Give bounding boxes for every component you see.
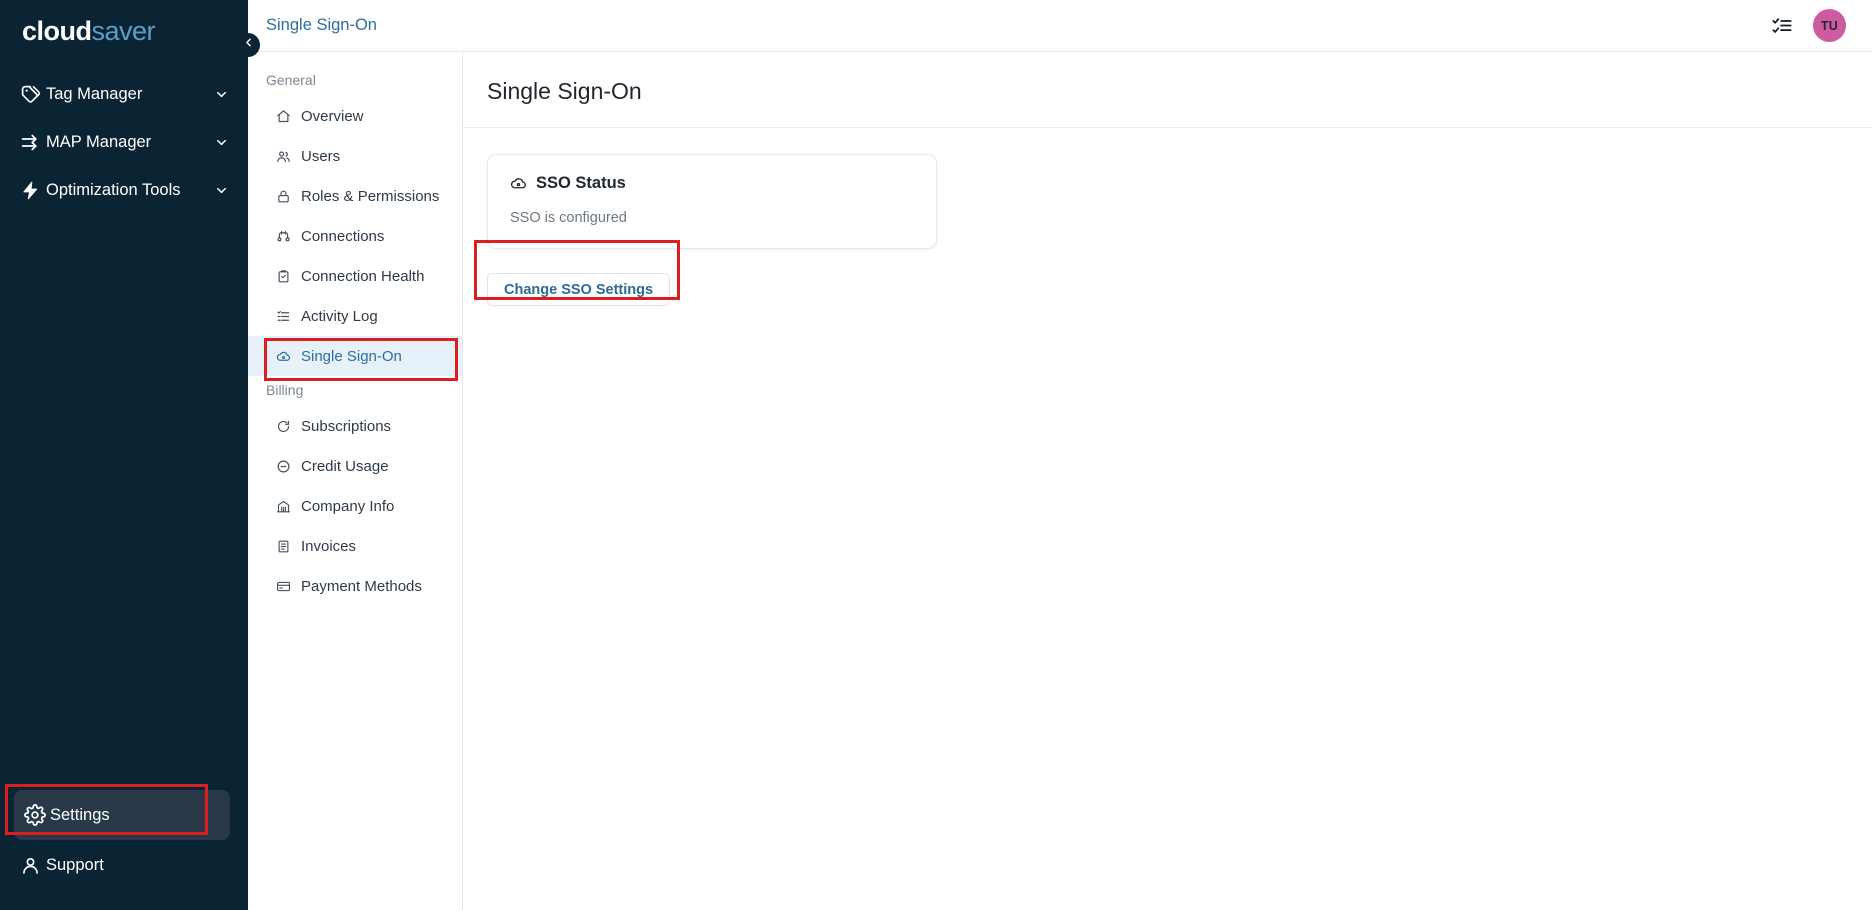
sidebar-item-tag-manager[interactable]: Tag Manager	[0, 70, 248, 118]
sidebar-item-connections[interactable]: Connections	[248, 216, 462, 256]
lightning-bolt-icon	[20, 180, 46, 201]
chevron-down-icon[interactable]	[214, 135, 230, 150]
top-bar: Single Sign-On TU	[248, 0, 1872, 52]
page-header: Single Sign-On	[463, 52, 1872, 128]
content-area: General Overview Users Roles & Permissio…	[248, 52, 1872, 910]
chevron-left-icon	[242, 36, 255, 54]
brand-logo-first: cloud	[22, 16, 92, 46]
sidebar-item-overview[interactable]: Overview	[248, 96, 462, 136]
sidebar-item-label: Tag Manager	[46, 84, 143, 103]
lock-icon	[275, 189, 292, 204]
home-icon	[275, 109, 292, 124]
sidebar-item-users[interactable]: Users	[248, 136, 462, 176]
sidebar-item-company-info[interactable]: Company Info	[248, 486, 462, 526]
sso-status-card: SSO Status SSO is configured	[487, 154, 937, 249]
settings-nav: General Overview Users Roles & Permissio…	[248, 52, 463, 910]
sidebar-item-settings[interactable]: Settings	[14, 790, 230, 840]
building-icon	[275, 499, 292, 514]
sso-status-text: SSO is configured	[510, 210, 627, 226]
primary-sidebar: cloudsaver Tag Manager MAP Manager Optim…	[0, 0, 260, 910]
connections-icon	[275, 229, 292, 244]
sidebar-item-label: Connections	[301, 227, 385, 245]
sidebar-item-activity-log[interactable]: Activity Log	[248, 296, 462, 336]
sidebar-item-label: Activity Log	[301, 307, 378, 325]
brand-logo-second: saver	[91, 16, 156, 46]
main-body: SSO Status SSO is configured Change SSO …	[463, 128, 1872, 306]
sidebar-item-label: Company Info	[301, 497, 395, 515]
primary-nav-top: Tag Manager MAP Manager Optimization Too…	[0, 70, 248, 214]
sidebar-item-label: Support	[46, 855, 104, 874]
sidebar-item-optimization-tools[interactable]: Optimization Tools	[0, 166, 248, 214]
sidebar-item-support[interactable]: Support	[0, 840, 248, 890]
refresh-circle-icon	[275, 419, 292, 434]
sidebar-item-label: Roles & Permissions	[301, 187, 440, 205]
checklist-icon[interactable]	[1771, 15, 1793, 37]
sidebar-item-label: Payment Methods	[301, 577, 422, 595]
nav-group-title-general: General	[266, 72, 316, 88]
sso-status-card-header: SSO Status	[510, 174, 914, 193]
sidebar-item-connection-health[interactable]: Connection Health	[248, 256, 462, 296]
breadcrumb[interactable]: Single Sign-On	[266, 16, 377, 35]
chevron-down-icon[interactable]	[214, 87, 230, 102]
tags-icon	[20, 84, 46, 105]
sidebar-item-credit-usage[interactable]: Credit Usage	[248, 446, 462, 486]
sidebar-item-roles-permissions[interactable]: Roles & Permissions	[248, 176, 462, 216]
clipboard-check-icon	[275, 269, 292, 284]
change-sso-settings-button[interactable]: Change SSO Settings	[487, 273, 671, 306]
sidebar-item-payment-methods[interactable]: Payment Methods	[248, 566, 462, 606]
cloud-key-icon	[510, 175, 527, 192]
list-icon	[275, 309, 292, 324]
sidebar-item-label: Users	[301, 147, 341, 165]
sso-actions: Change SSO Settings	[487, 273, 1872, 306]
avatar[interactable]: TU	[1813, 9, 1846, 42]
top-bar-actions: TU	[1771, 9, 1846, 42]
sidebar-collapse-button[interactable]	[236, 33, 260, 57]
sidebar-item-label: Optimization Tools	[46, 180, 181, 199]
users-icon	[275, 149, 292, 164]
sso-status-card-title: SSO Status	[536, 174, 626, 192]
circle-minus-icon	[275, 459, 292, 474]
sidebar-item-label: Overview	[301, 107, 364, 125]
cloud-key-icon	[275, 349, 292, 364]
credit-card-icon	[275, 579, 292, 594]
sidebar-item-label: Credit Usage	[301, 457, 389, 475]
right-panel: Single Sign-On TU General Overview Users…	[248, 0, 1872, 910]
arrows-exchange-icon	[20, 132, 46, 153]
invoice-icon	[275, 539, 292, 554]
brand-logo[interactable]: cloudsaver	[0, 0, 248, 56]
sidebar-item-invoices[interactable]: Invoices	[248, 526, 462, 566]
sidebar-item-label: Subscriptions	[301, 417, 392, 435]
sidebar-item-subscriptions[interactable]: Subscriptions	[248, 406, 462, 446]
sidebar-item-single-sign-on[interactable]: Single Sign-On	[248, 336, 462, 376]
user-headset-icon	[20, 855, 46, 876]
gear-icon	[24, 804, 50, 826]
page-title: Single Sign-On	[487, 78, 642, 104]
nav-group-title-billing: Billing	[266, 382, 304, 398]
sidebar-item-map-manager[interactable]: MAP Manager	[0, 118, 248, 166]
primary-nav-bottom: Settings Support	[0, 790, 248, 910]
sidebar-item-label: Invoices	[301, 537, 357, 555]
sidebar-item-label: Settings	[50, 805, 110, 824]
main-content: Single Sign-On SSO Status SSO is configu…	[463, 52, 1872, 910]
sidebar-item-label: MAP Manager	[46, 132, 152, 151]
sidebar-item-label: Single Sign-On	[301, 347, 402, 365]
app-root: cloudsaver Tag Manager MAP Manager Optim…	[0, 0, 1872, 910]
chevron-down-icon[interactable]	[214, 183, 230, 198]
sidebar-item-label: Connection Health	[301, 267, 425, 285]
